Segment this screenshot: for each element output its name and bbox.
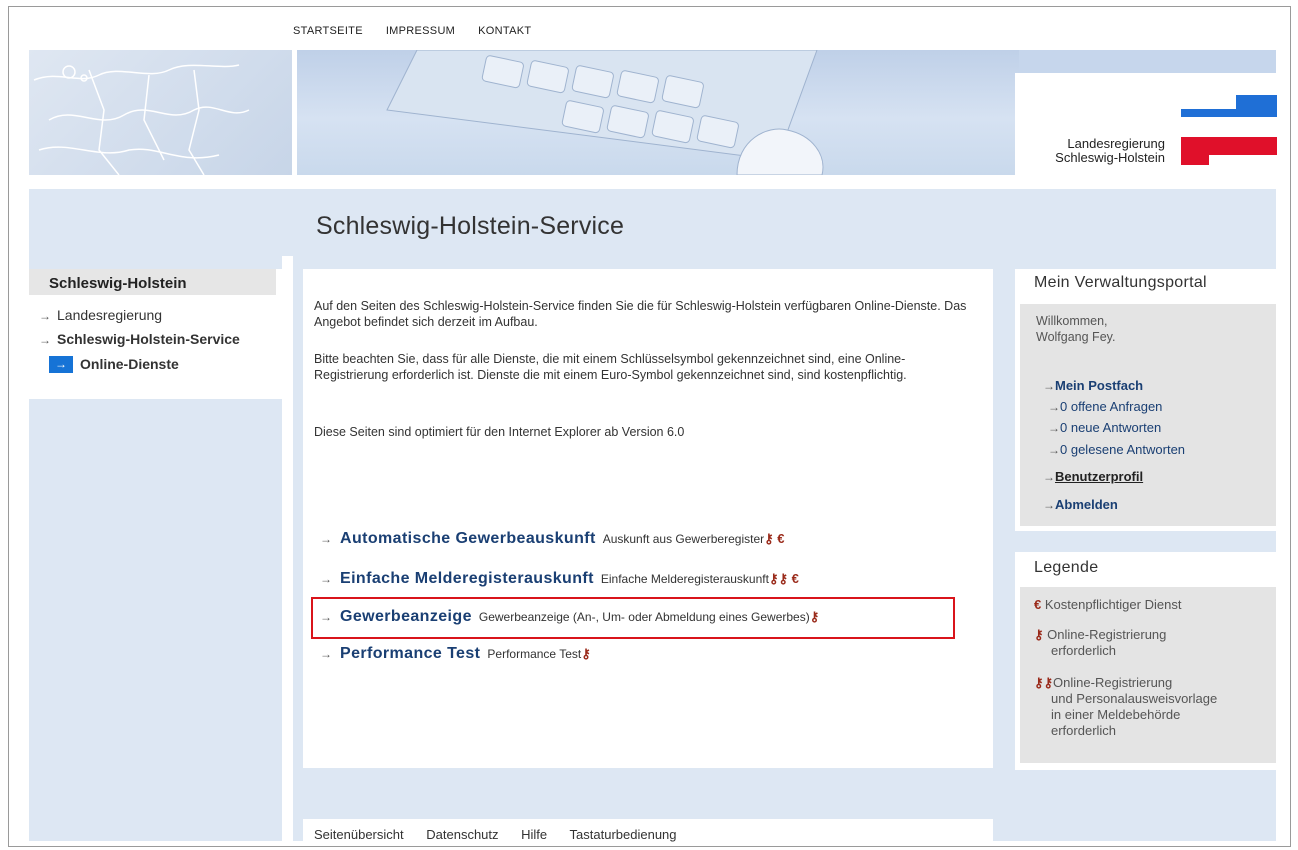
- legend-item-key: ⚷ Online-Registrierung erforderlich: [1034, 627, 1166, 659]
- logo[interactable]: Landesregierung Schleswig-Holstein: [1015, 73, 1277, 176]
- intro-paragraph-1: Auf den Seiten des Schleswig-Holstein-Se…: [314, 299, 967, 329]
- service-desc: Auskunft aus Gewerberegister: [602, 532, 765, 546]
- service-desc: Performance Test: [487, 647, 582, 661]
- highlight-box: [311, 597, 955, 639]
- legend-label: Online-Registrierung: [1053, 675, 1173, 690]
- arrow-right-icon: →: [320, 647, 332, 661]
- link-offene-anfragen[interactable]: →0 offene Anfragen: [1048, 398, 1162, 416]
- logo-red-stripe: [1181, 137, 1277, 165]
- footer-link-tastatur[interactable]: Tastaturbedienung: [570, 827, 677, 842]
- portal-heading: Mein Verwaltungsportal: [1034, 274, 1207, 291]
- link-benutzerprofil[interactable]: →Benutzerprofil: [1043, 468, 1143, 486]
- page-title: Schleswig-Holstein-Service: [316, 212, 625, 240]
- nav-item-sh-service[interactable]: → Schleswig-Holstein-Service: [39, 331, 240, 349]
- intro-paragraph-2: Bitte beachten Sie, dass für alle Dienst…: [314, 352, 907, 382]
- sub-link-label: 0 neue Antworten: [1060, 420, 1162, 435]
- link-abmelden[interactable]: →Abmelden: [1043, 496, 1118, 514]
- logo-line1: Landesregierung: [1067, 136, 1165, 151]
- service-link-gewerbeauskunft[interactable]: Automatische Gewerbeauskunft: [340, 530, 596, 547]
- service-row: → Performance Test Performance Test⚷: [320, 645, 591, 663]
- arrow-right-icon: →: [1048, 443, 1060, 457]
- key-icon: ⚷: [764, 531, 774, 546]
- link-neue-antworten[interactable]: →0 neue Antworten: [1048, 419, 1161, 437]
- nav-startseite[interactable]: STARTSEITE: [293, 25, 363, 37]
- sub-link-label: 0 gelesene Antworten: [1060, 442, 1186, 457]
- user-name: Wolfgang Fey.: [1036, 330, 1116, 344]
- legend-label: Online-Registrierung: [1047, 627, 1167, 642]
- legend-label: erforderlich: [1051, 643, 1117, 658]
- left-nav-heading: Schleswig-Holstein: [49, 275, 187, 292]
- logo-text: Landesregierung Schleswig-Holstein: [1055, 137, 1165, 165]
- service-row: → Automatische Gewerbeauskunft Auskunft au…: [320, 530, 785, 548]
- logo-blue-stripe: [1181, 95, 1277, 117]
- euro-icon: €: [773, 531, 785, 546]
- arrow-right-icon: →: [1043, 379, 1055, 393]
- nav-item-label: Landesregierung: [57, 307, 163, 323]
- link-gelesene-antworten[interactable]: →0 gelesene Antworten: [1048, 441, 1185, 459]
- footer-link-hilfe[interactable]: Hilfe: [521, 827, 547, 842]
- keyboard-image: [386, 50, 824, 175]
- arrow-right-icon: →: [1048, 421, 1060, 435]
- logo-line2: Schleswig-Holstein: [1055, 150, 1165, 165]
- key-icon: ⚷: [1034, 627, 1044, 642]
- arrow-right-icon: →: [1043, 498, 1055, 512]
- service-link-performance-test[interactable]: Performance Test: [340, 645, 480, 662]
- double-key-icon: ⚷⚷: [768, 571, 788, 586]
- legend-item-double-key: ⚷⚷Online-Registrierung und Personalauswe…: [1034, 675, 1217, 739]
- legend-label: in einer Meldebehörde: [1051, 707, 1181, 722]
- euro-icon: €: [1034, 597, 1042, 612]
- nav-item-label: Online-Dienste: [80, 356, 179, 372]
- nav-item-landesregierung[interactable]: → Landesregierung: [39, 307, 162, 325]
- page-frame: STARTSEITE IMPRESSUM KONTAKT Landesregie…: [8, 6, 1291, 847]
- legend-label: erforderlich: [1051, 723, 1117, 738]
- double-key-icon: ⚷⚷: [1034, 675, 1054, 690]
- logout-label: Abmelden: [1055, 497, 1118, 512]
- footer-link-datenschutz[interactable]: Datenschutz: [426, 827, 498, 842]
- legend-heading: Legende: [1034, 559, 1099, 576]
- top-nav: STARTSEITE IMPRESSUM KONTAKT: [293, 25, 554, 37]
- footer-links: Seitenübersicht Datenschutz Hilfe Tastat…: [314, 827, 696, 842]
- arrow-right-icon: →: [39, 333, 51, 347]
- service-row: → Einfache Melderegisterauskunft Einfache …: [320, 570, 799, 588]
- nav-item-online-dienste[interactable]: → Online-Dienste: [49, 356, 179, 374]
- arrow-right-icon: →: [49, 356, 73, 374]
- arrow-right-icon: →: [1043, 470, 1055, 484]
- intro-paragraph-3: Diese Seiten sind optimiert für den Inte…: [314, 425, 685, 439]
- arrow-right-icon: →: [320, 572, 332, 586]
- legend-label: Kostenpflichtiger Dienst: [1044, 597, 1182, 612]
- sub-link-label: 0 offene Anfragen: [1060, 399, 1163, 414]
- euro-icon: €: [787, 571, 799, 586]
- nav-item-label: Schleswig-Holstein-Service: [57, 331, 240, 347]
- postfach-label: Mein Postfach: [1055, 378, 1144, 393]
- welcome-text: Willkommen,: [1036, 314, 1108, 328]
- arrow-right-icon: →: [1048, 400, 1060, 414]
- legend-item-euro: € Kostenpflichtiger Dienst: [1034, 597, 1181, 613]
- map-banner: [29, 50, 292, 175]
- link-postfach[interactable]: →Mein Postfach: [1043, 377, 1143, 395]
- nav-kontakt[interactable]: KONTAKT: [478, 25, 531, 37]
- legend-label: und Personalausweisvorlage: [1051, 691, 1218, 706]
- service-link-melderegister[interactable]: Einfache Melderegisterauskunft: [340, 570, 594, 587]
- service-desc: Einfache Melderegisterauskunft: [600, 572, 769, 586]
- key-icon: ⚷: [581, 646, 591, 661]
- nav-impressum[interactable]: IMPRESSUM: [386, 25, 455, 37]
- keyboard-banner: [297, 50, 1019, 175]
- arrow-right-icon: →: [320, 532, 332, 546]
- arrow-right-icon: →: [39, 309, 51, 323]
- main-content: [303, 269, 993, 768]
- profile-label: Benutzerprofil: [1055, 469, 1144, 484]
- map-image: [33, 64, 250, 175]
- title-band: [29, 189, 1276, 256]
- footer-link-sitemap[interactable]: Seitenübersicht: [314, 827, 404, 842]
